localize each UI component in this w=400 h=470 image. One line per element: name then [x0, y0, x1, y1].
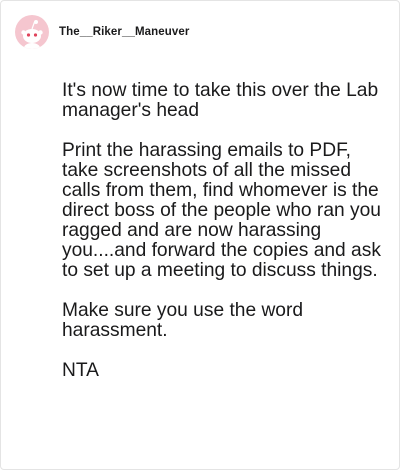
comment-paragraph: It's now time to take this over the Lab … — [62, 80, 379, 121]
comment-paragraph: Make sure you use the word harassment. — [62, 300, 304, 341]
comment-header: The__Riker__Maneuver — [15, 15, 189, 49]
comment-paragraph: Print the harassing emails to PDF, take … — [62, 140, 381, 281]
username[interactable]: The__Riker__Maneuver — [59, 26, 189, 38]
comment-card: The__Riker__Maneuver It's now time to ta… — [0, 0, 400, 470]
user-avatar-icon[interactable] — [15, 15, 49, 49]
comment-body: It's now time to take this over the Lab … — [62, 81, 382, 401]
comment-paragraph: NTA — [62, 360, 99, 381]
snoo-icon — [21, 20, 43, 49]
